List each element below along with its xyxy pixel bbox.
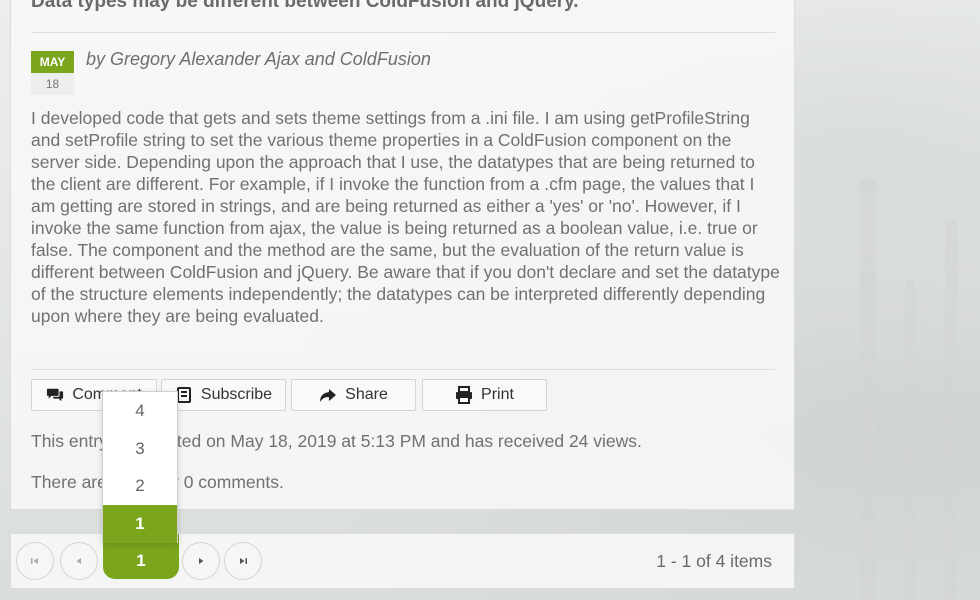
post-title: Data types may be different between Cold… (31, 0, 579, 12)
first-page-button[interactable] (16, 542, 54, 580)
background-tree (945, 220, 957, 600)
previous-page-button[interactable] (60, 542, 98, 580)
share-icon (320, 389, 337, 402)
date-day: 18 (31, 73, 74, 95)
print-button[interactable]: Print (422, 379, 547, 411)
next-page-icon (199, 558, 204, 564)
print-button-label: Print (481, 386, 514, 403)
last-page-button[interactable] (224, 542, 262, 580)
page-size-option[interactable]: 3 (103, 430, 177, 468)
post-body: I developed code that gets and sets them… (31, 108, 780, 326)
background-tree (860, 180, 876, 600)
pager-items-info: 1 - 1 of 4 items (656, 551, 772, 571)
last-page-icon (240, 558, 247, 564)
print-icon (456, 386, 473, 404)
share-button-label: Share (345, 386, 388, 403)
post-byline: by Gregory Alexander Ajax and ColdFusion (86, 49, 431, 69)
first-page-icon (31, 558, 38, 564)
page-size-dropdown[interactable]: 4 3 2 1 (102, 391, 178, 543)
background-tree (905, 280, 915, 600)
divider (31, 32, 775, 33)
share-button[interactable]: Share (291, 379, 416, 411)
comments-icon (47, 388, 64, 402)
subscribe-button[interactable]: Subscribe (161, 379, 286, 411)
page-size-option-selected[interactable]: 1 (103, 504, 177, 543)
page-size-option[interactable]: 4 (103, 392, 177, 430)
next-page-button[interactable] (182, 542, 220, 580)
previous-page-icon (76, 558, 81, 564)
page-size-option[interactable]: 2 (103, 467, 177, 505)
subscribe-button-label: Subscribe (200, 386, 273, 403)
date-badge: MAY 18 (31, 51, 74, 95)
date-month: MAY (31, 51, 74, 73)
divider (31, 369, 775, 370)
